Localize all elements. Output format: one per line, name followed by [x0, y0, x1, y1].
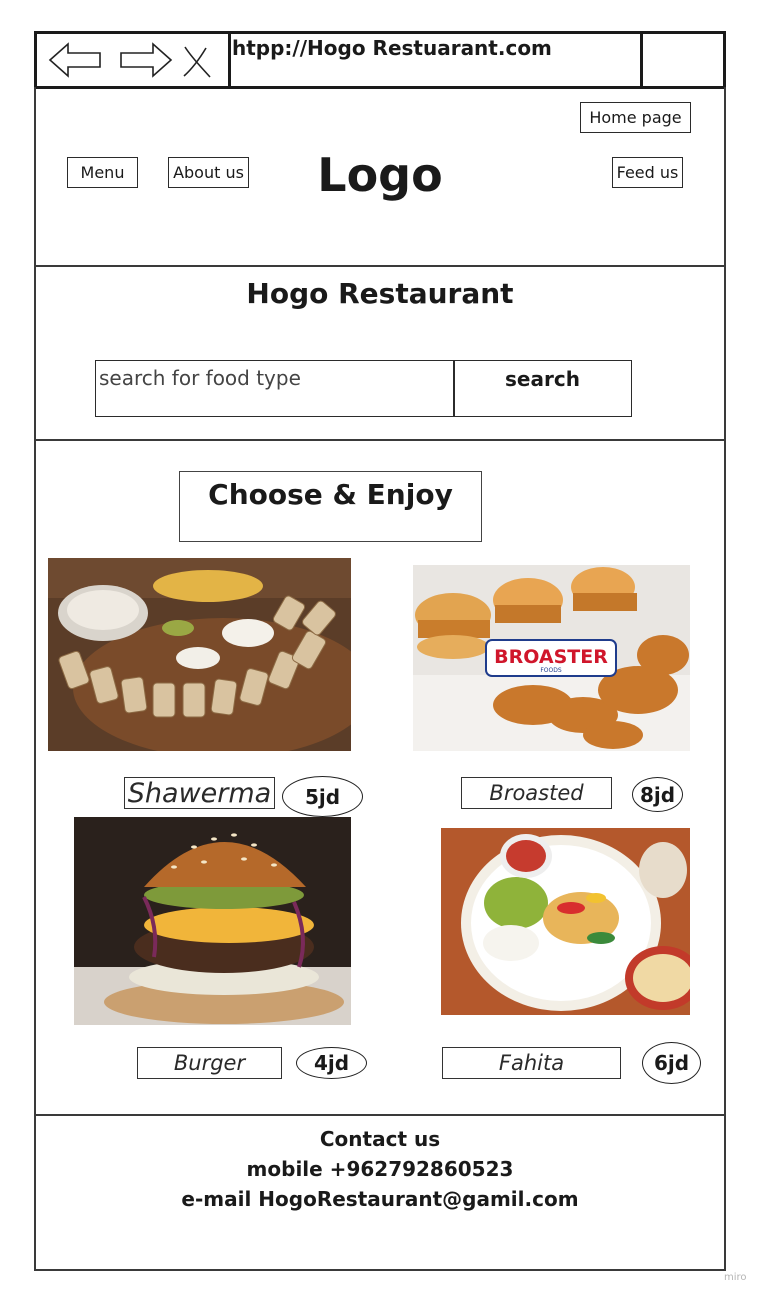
item-name-broasted[interactable]: Broasted	[461, 777, 612, 809]
item-name-shawerma[interactable]: Shawerma	[124, 777, 275, 809]
price-badge-shawerma: 5jd	[282, 776, 363, 817]
menu-button[interactable]: Menu	[67, 157, 138, 188]
broaster-brand-sub: FOODS	[540, 667, 562, 674]
divider	[34, 439, 726, 441]
shawerma-image[interactable]	[48, 558, 351, 751]
search-button[interactable]: search	[453, 360, 632, 417]
item-name-fahita[interactable]: Fahita	[442, 1047, 621, 1079]
url-text: htpp://Hogo Restuarant.com	[232, 36, 552, 60]
feed-us-button[interactable]: Feed us	[612, 157, 683, 188]
contact-title: Contact us	[319, 1127, 441, 1151]
section-heading: Choose & Enjoy	[179, 471, 482, 542]
price-badge-burger: 4jd	[296, 1047, 367, 1079]
close-x-icon[interactable]	[180, 44, 214, 80]
page-title: Hogo Restaurant	[246, 277, 514, 310]
contact-section: Contact us mobile +962792860523 e-mail H…	[34, 1124, 726, 1214]
broasted-image[interactable]: BROASTER FOODS	[413, 565, 690, 751]
watermark: miro	[724, 1272, 747, 1283]
contact-email[interactable]: e-mail HogoRestaurant@gamil.com	[34, 1184, 726, 1214]
price-badge-fahita: 6jd	[642, 1042, 701, 1084]
search-input[interactable]: search for food type	[95, 360, 455, 417]
divider	[34, 265, 726, 267]
about-us-button[interactable]: About us	[168, 157, 249, 188]
price-badge-broasted: 8jd	[632, 777, 683, 812]
forward-arrow-icon[interactable]	[119, 42, 173, 78]
back-arrow-icon[interactable]	[48, 42, 102, 78]
home-page-button[interactable]: Home page	[580, 102, 691, 133]
divider	[34, 1114, 726, 1116]
broaster-brand-text: BROASTER	[494, 646, 608, 668]
contact-mobile: mobile +962792860523	[246, 1157, 514, 1181]
fahita-image[interactable]	[441, 828, 690, 1015]
logo[interactable]: Logo	[300, 148, 460, 202]
burger-image[interactable]	[74, 817, 351, 1025]
item-name-burger[interactable]: Burger	[137, 1047, 282, 1079]
